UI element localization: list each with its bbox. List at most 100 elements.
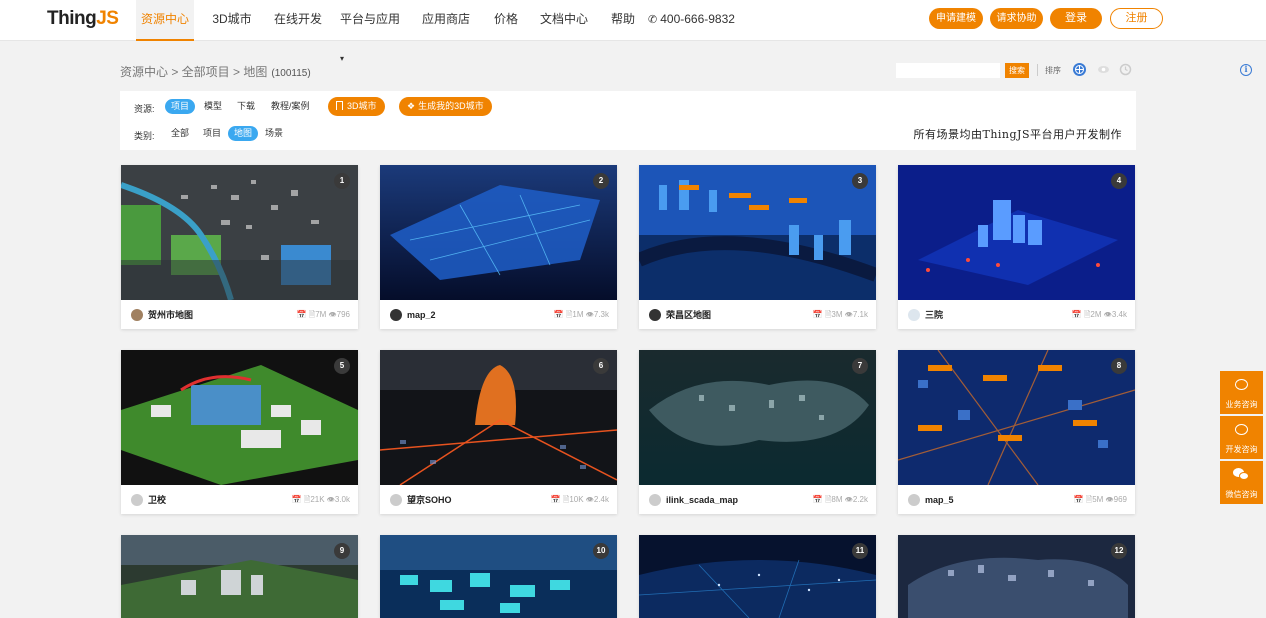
card-thumbnail[interactable]: 4 [898, 165, 1135, 300]
project-card[interactable]: 11 [639, 535, 876, 618]
project-card[interactable]: 3 荣昌区地图 📅 🗎3M 👁7.1k [639, 165, 876, 329]
card-size: 21K [310, 495, 325, 504]
nav-resource-center[interactable]: 资源中心 [136, 0, 194, 41]
card-number-badge: 3 [852, 173, 868, 189]
apply-model-button[interactable]: 申请建模 [929, 8, 983, 29]
resource-item-model[interactable]: 模型 [198, 99, 228, 114]
card-thumbnail[interactable]: 7 [639, 350, 876, 485]
card-title[interactable]: 卫校 [148, 494, 166, 506]
card-title[interactable]: 三院 [925, 309, 943, 321]
breadcrumb-path[interactable]: 资源中心 > 全部项目 > 地图 [120, 65, 267, 79]
business-consult-button[interactable]: 业务咨询 [1220, 371, 1263, 414]
wechat-consult-button[interactable]: 微信咨询 [1220, 461, 1263, 504]
card-title[interactable]: 荣昌区地图 [666, 309, 711, 321]
login-button[interactable]: 登录 [1050, 8, 1102, 29]
map-thumbnail-image [121, 165, 358, 300]
card-thumbnail[interactable]: 2 [380, 165, 617, 300]
project-card[interactable]: 5 卫校 📅 🗎21K 👁3.0k [121, 350, 358, 514]
card-title[interactable]: 望京SOHO [407, 494, 452, 506]
card-number-badge: 4 [1111, 173, 1127, 189]
card-stats: 📅 🗎1M 👁7.3k [553, 310, 609, 319]
nav-help[interactable]: 帮助 [606, 0, 640, 41]
project-card[interactable]: 4 三院 📅 🗎2M 👁3.4k [898, 165, 1135, 329]
resource-item-tutorial[interactable]: 教程/案例 [265, 99, 316, 114]
result-count: (100115) [271, 68, 311, 79]
resource-label: 资源: [134, 104, 155, 114]
globe-icon[interactable] [1073, 63, 1086, 76]
nav-price[interactable]: 价格 [488, 0, 524, 41]
card-thumbnail[interactable]: 10 [380, 535, 617, 618]
eye-icon[interactable] [1097, 63, 1110, 76]
resource-item-project[interactable]: 项目 [165, 99, 196, 114]
card-thumbnail[interactable]: 8 [898, 350, 1135, 485]
card-title[interactable]: 贺州市地图 [148, 309, 193, 321]
project-card[interactable]: 12 [898, 535, 1135, 618]
card-title[interactable]: map_5 [925, 494, 954, 506]
info-icon[interactable]: i [1240, 64, 1252, 76]
project-card[interactable]: 2 map_2 📅 🗎1M 👁7.3k [380, 165, 617, 329]
project-card[interactable]: 1 贺州市地图 📅 🗎7M 👁796 [121, 165, 358, 329]
card-stats: 📅 🗎21K 👁3.0k [291, 495, 350, 504]
chevron-down-icon: ▾ [340, 54, 345, 63]
nav-platform[interactable]: 平台与应用 ▾ [340, 0, 402, 63]
grid-icon: ❖ [407, 101, 416, 111]
card-title[interactable]: map_2 [407, 309, 436, 321]
card-views: 7.1k [852, 310, 868, 319]
card-title[interactable]: ilink_scada_map [666, 494, 738, 506]
card-thumbnail[interactable]: 9 [121, 535, 358, 618]
nav-online-dev[interactable]: 在线开发 [270, 0, 326, 41]
3d-city-button[interactable]: 3D城市 [328, 97, 385, 116]
nav-docs[interactable]: 文档中心 [536, 0, 592, 41]
request-help-button[interactable]: 请求协助 [990, 8, 1043, 29]
project-card[interactable]: 7 ilink_scada_map 📅 🗎8M 👁2.2k [639, 350, 876, 514]
nav-app-store[interactable]: 应用商店 [418, 0, 474, 41]
thingjs-logo[interactable]: ThingJS [47, 8, 119, 30]
map-thumbnail-image [639, 535, 876, 618]
card-thumbnail[interactable]: 1 [121, 165, 358, 300]
sort-label[interactable]: 排序 [1045, 65, 1061, 76]
chat-bubble-icon [1235, 379, 1248, 390]
clock-icon[interactable] [1119, 63, 1132, 76]
card-views: 7.3k [593, 310, 609, 319]
map-thumbnail-image [898, 350, 1135, 485]
card-views: 796 [336, 310, 350, 319]
category-item-scene[interactable]: 场景 [259, 126, 289, 141]
resource-item-download[interactable]: 下载 [231, 99, 261, 114]
filter-panel: 资源: 项目 模型 下载 教程/案例 3D城市 ❖ 生成我的3D城市 类别: 全部… [120, 91, 1136, 150]
card-number-badge: 5 [334, 358, 350, 374]
top-nav: ThingJS 资源中心 3D城市 在线开发 平台与应用 ▾ 应用商店 价格 文… [0, 0, 1266, 63]
card-size: 10K [569, 495, 584, 504]
card-meta: map_5 📅 🗎5M 👁969 [898, 485, 1135, 514]
category-item-map[interactable]: 地图 [228, 126, 259, 141]
card-size: 3M [831, 310, 843, 319]
card-thumbnail[interactable]: 6 [380, 350, 617, 485]
generate-3d-city-button[interactable]: ❖ 生成我的3D城市 [399, 97, 492, 116]
nav-platform-label: 平台与应用 [340, 12, 401, 26]
card-number-badge: 7 [852, 358, 868, 374]
dev-consult-button[interactable]: 开发咨询 [1220, 416, 1263, 459]
nav-3d-city[interactable]: 3D城市 [206, 0, 258, 41]
project-card[interactable]: 10 [380, 535, 617, 618]
card-views: 2.2k [852, 495, 868, 504]
category-item-all[interactable]: 全部 [165, 126, 195, 141]
project-card[interactable]: 8 map_5 📅 🗎5M 👁969 [898, 350, 1135, 514]
project-card[interactable]: 9 [121, 535, 358, 618]
register-button[interactable]: 注册 [1110, 8, 1163, 29]
category-item-project[interactable]: 项目 [197, 126, 227, 141]
card-views: 3.4k [1111, 310, 1127, 319]
search-button[interactable]: 搜索 [1005, 63, 1029, 78]
card-thumbnail[interactable]: 3 [639, 165, 876, 300]
map-thumbnail-image [380, 535, 617, 618]
card-number-badge: 9 [334, 543, 350, 559]
project-card[interactable]: 6 望京SOHO 📅 🗎10K 👁2.4k [380, 350, 617, 514]
phone-text: 400-666-9832 [660, 12, 735, 26]
card-number-badge: 8 [1111, 358, 1127, 374]
card-thumbnail[interactable]: 12 [898, 535, 1135, 618]
search-input[interactable] [896, 63, 1000, 78]
map-thumbnail-image [380, 350, 617, 485]
card-thumbnail[interactable]: 11 [639, 535, 876, 618]
wechat-icon [1233, 468, 1249, 481]
generate-3d-city-label: 生成我的3D城市 [418, 101, 484, 111]
card-size: 7M [315, 310, 327, 319]
card-thumbnail[interactable]: 5 [121, 350, 358, 485]
